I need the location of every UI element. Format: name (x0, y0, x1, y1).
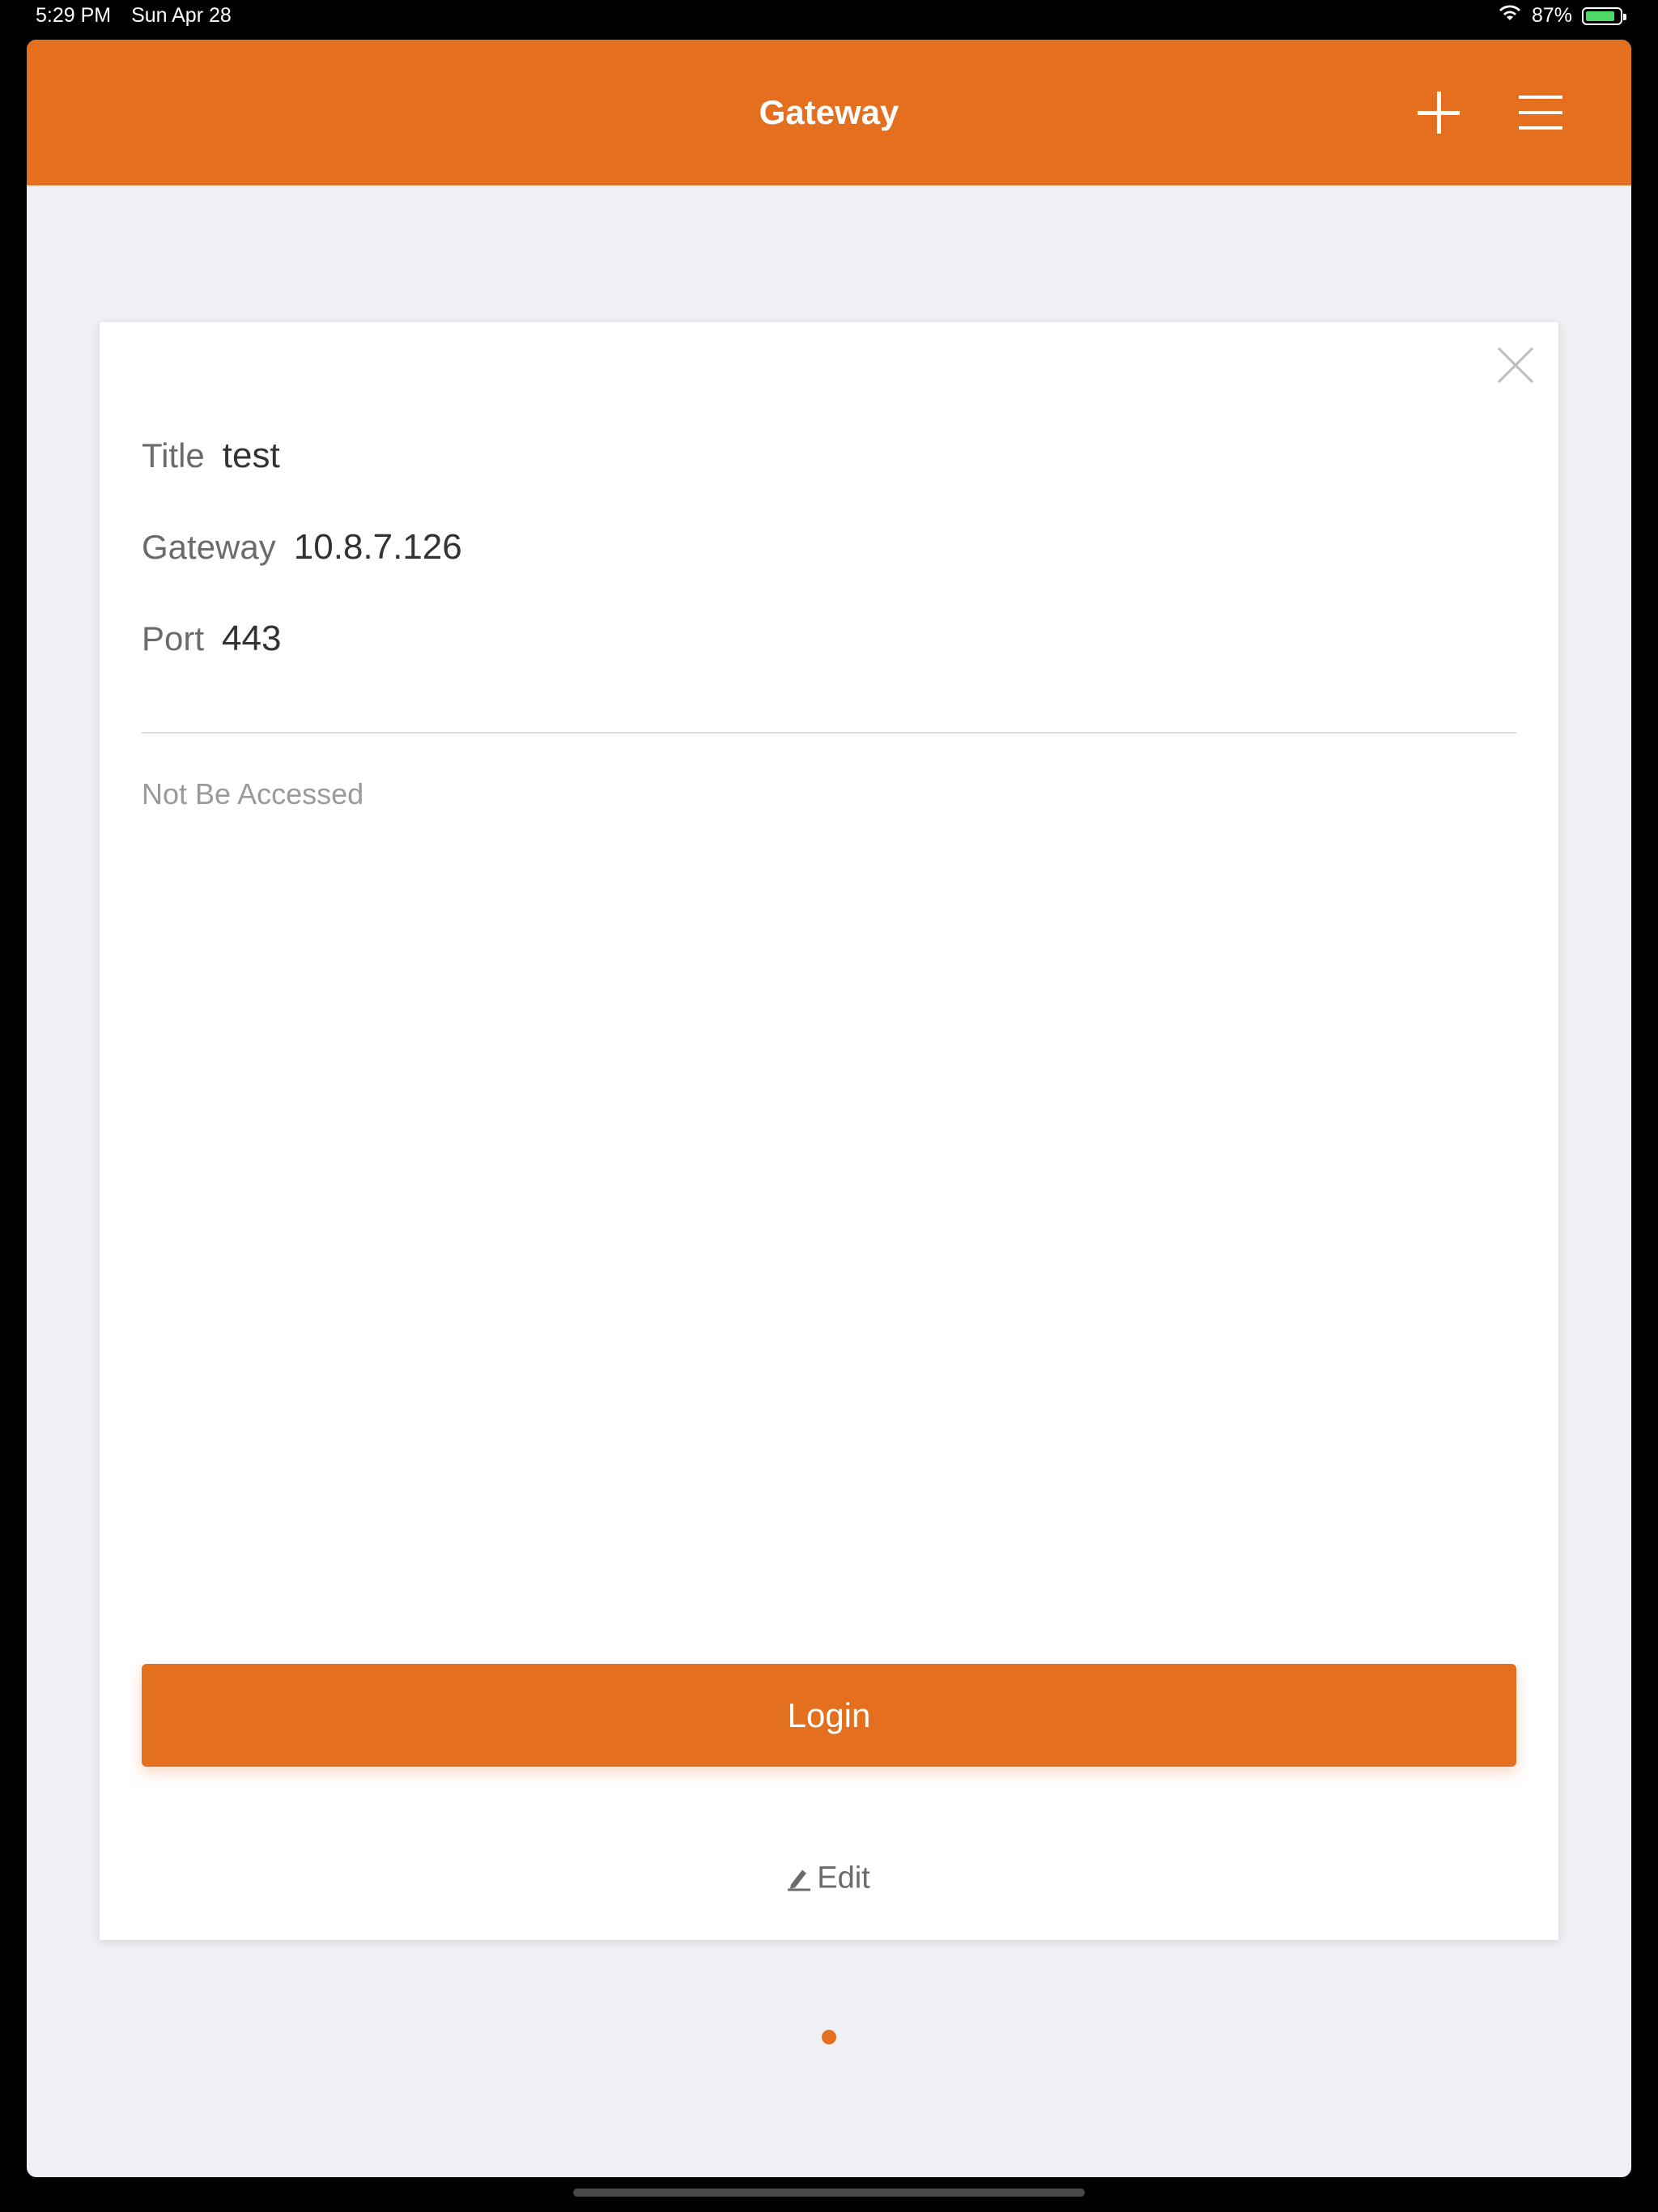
gateway-card: Title test Gateway 10.8.7.126 Port 443 N… (100, 322, 1558, 1940)
wifi-icon (1498, 4, 1522, 28)
gateway-field: Gateway 10.8.7.126 (142, 527, 462, 568)
page-title: Gateway (759, 93, 899, 131)
status-bar-left: 5:29 PM Sun Apr 28 (36, 4, 246, 28)
login-button[interactable]: Login (142, 1664, 1516, 1767)
close-icon (1497, 347, 1534, 384)
port-label: Port (142, 619, 205, 657)
page-indicator-dot (822, 2030, 836, 2044)
close-button[interactable] (1495, 345, 1536, 385)
port-value: 443 (222, 619, 282, 658)
title-field: Title test (142, 436, 280, 476)
pencil-icon (788, 1870, 811, 1891)
app-window: Gateway Title test Gateway 10.8.7.126 Po… (27, 40, 1631, 2177)
edit-label: Edit (817, 1861, 870, 1895)
nav-bar: Gateway (27, 40, 1631, 185)
login-label: Login (787, 1695, 871, 1734)
home-indicator[interactable] (573, 2189, 1085, 2197)
status-bar: 5:29 PM Sun Apr 28 87% (0, 0, 1658, 34)
status-date: Sun Apr 28 (131, 4, 232, 27)
status-time: 5:29 PM (36, 4, 112, 27)
gateway-label: Gateway (142, 528, 276, 566)
status-bar-right: 87% (1498, 4, 1626, 28)
menu-button[interactable] (1515, 87, 1567, 138)
add-gateway-button[interactable] (1413, 87, 1465, 138)
battery-percent: 87% (1531, 4, 1572, 27)
port-field: Port 443 (142, 619, 281, 659)
hamburger-menu-icon (1519, 96, 1562, 130)
plus-icon (1418, 91, 1460, 134)
battery-fill (1586, 11, 1614, 21)
battery-icon (1582, 6, 1626, 25)
battery-cap (1623, 13, 1626, 20)
title-value: test (222, 436, 280, 475)
title-label: Title (142, 436, 205, 474)
gateway-value: 10.8.7.126 (293, 527, 462, 567)
edit-button[interactable]: Edit (100, 1861, 1558, 1896)
connection-status: Not Be Accessed (142, 777, 364, 810)
divider (142, 732, 1516, 734)
